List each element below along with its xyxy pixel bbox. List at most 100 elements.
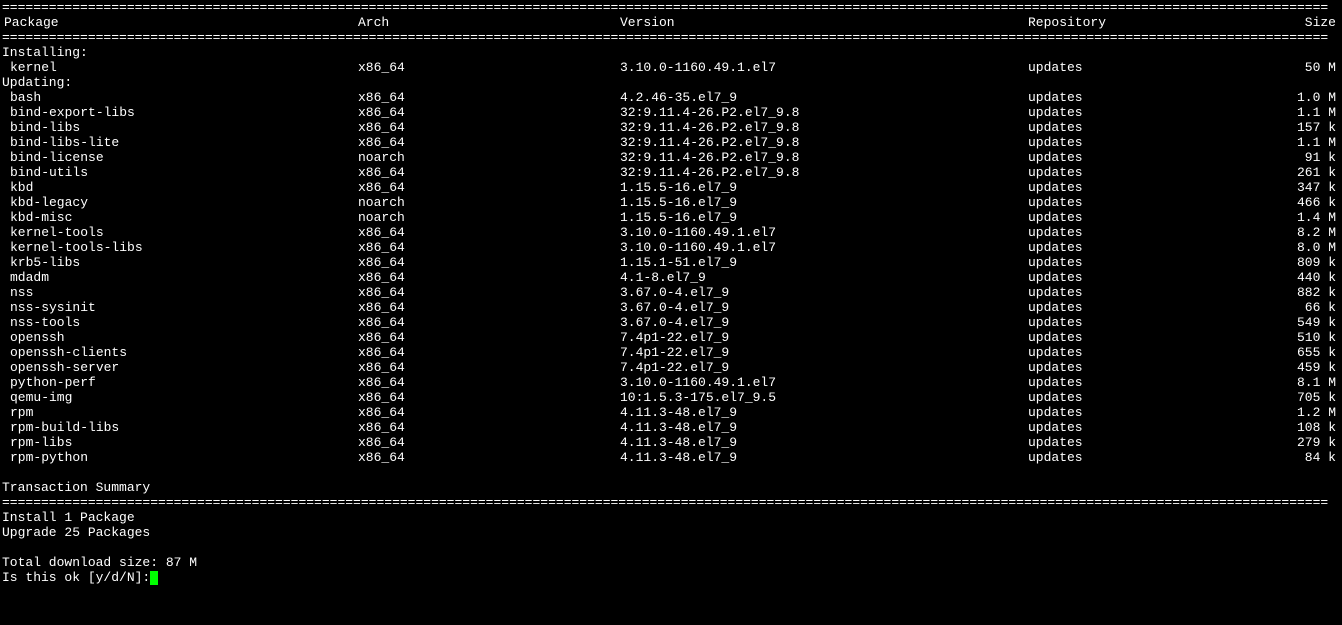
cell-arch: x86_64 (358, 450, 620, 465)
cell-arch: x86_64 (358, 300, 620, 315)
cell-size: 66 k (1266, 300, 1340, 315)
cell-arch: x86_64 (358, 255, 620, 270)
table-row: bind-libsx86_6432:9.11.4-26.P2.el7_9.8up… (2, 120, 1340, 135)
table-row: bind-licensenoarch32:9.11.4-26.P2.el7_9.… (2, 150, 1340, 165)
cell-size: 91 k (1266, 150, 1340, 165)
cell-version: 3.67.0-4.el7_9 (620, 300, 1028, 315)
cell-package: openssh (2, 330, 358, 345)
cell-version: 10:1.5.3-175.el7_9.5 (620, 390, 1028, 405)
cell-repo: updates (1028, 435, 1266, 450)
cell-package: bind-libs-lite (2, 135, 358, 150)
cell-arch: x86_64 (358, 390, 620, 405)
cell-version: 3.10.0-1160.49.1.el7 (620, 225, 1028, 240)
cell-package: kernel-tools (2, 225, 358, 240)
cell-package: mdadm (2, 270, 358, 285)
cell-version: 4.1-8.el7_9 (620, 270, 1028, 285)
cell-package: bash (2, 90, 358, 105)
cell-version: 3.10.0-1160.49.1.el7 (620, 375, 1028, 390)
cell-package: nss-tools (2, 315, 358, 330)
table-row: kbdx86_641.15.5-16.el7_9updates347 k (2, 180, 1340, 195)
cell-arch: x86_64 (358, 330, 620, 345)
cell-repo: updates (1028, 270, 1266, 285)
cell-package: bind-libs (2, 120, 358, 135)
cell-size: 882 k (1266, 285, 1340, 300)
cell-version: 3.67.0-4.el7_9 (620, 315, 1028, 330)
header-row: Package Arch Version Repository Size (2, 15, 1340, 30)
prompt-line[interactable]: Is this ok [y/d/N]: (2, 570, 1340, 585)
table-row: kernel-toolsx86_643.10.0-1160.49.1.el7up… (2, 225, 1340, 240)
cell-version: 7.4p1-22.el7_9 (620, 330, 1028, 345)
cell-version: 4.11.3-48.el7_9 (620, 435, 1028, 450)
cell-package: openssh-server (2, 360, 358, 375)
cell-size: 1.2 M (1266, 405, 1340, 420)
cell-size: 466 k (1266, 195, 1340, 210)
table-row: openssh-clientsx86_647.4p1-22.el7_9updat… (2, 345, 1340, 360)
cell-package: bind-license (2, 150, 358, 165)
cell-arch: x86_64 (358, 315, 620, 330)
cell-arch: x86_64 (358, 135, 620, 150)
cell-package: nss (2, 285, 358, 300)
cell-version: 1.15.5-16.el7_9 (620, 180, 1028, 195)
cell-size: 8.0 M (1266, 240, 1340, 255)
table-row: kernel-tools-libsx86_643.10.0-1160.49.1.… (2, 240, 1340, 255)
cell-repo: updates (1028, 285, 1266, 300)
cell-arch: noarch (358, 210, 620, 225)
cell-size: 1.1 M (1266, 135, 1340, 150)
cell-repo: updates (1028, 120, 1266, 135)
cell-size: 1.1 M (1266, 105, 1340, 120)
section-updating: Updating: (2, 75, 1340, 90)
table-row: bind-utilsx86_6432:9.11.4-26.P2.el7_9.8u… (2, 165, 1340, 180)
cell-version: 4.11.3-48.el7_9 (620, 450, 1028, 465)
cell-package: rpm-libs (2, 435, 358, 450)
cell-arch: x86_64 (358, 165, 620, 180)
cell-package: kernel-tools-libs (2, 240, 358, 255)
cursor-icon (150, 571, 158, 585)
rule-header-bottom: ========================================… (2, 30, 1340, 45)
cell-package: kbd-misc (2, 210, 358, 225)
table-row: rpm-libsx86_644.11.3-48.el7_9updates279 … (2, 435, 1340, 450)
cell-package: python-perf (2, 375, 358, 390)
cell-repo: updates (1028, 225, 1266, 240)
cell-repo: updates (1028, 90, 1266, 105)
cell-package: bind-export-libs (2, 105, 358, 120)
cell-size: 108 k (1266, 420, 1340, 435)
cell-size: 50 M (1266, 60, 1340, 75)
table-row: mdadmx86_644.1-8.el7_9updates440 k (2, 270, 1340, 285)
table-row: nss-toolsx86_643.67.0-4.el7_9updates549 … (2, 315, 1340, 330)
cell-repo: updates (1028, 375, 1266, 390)
cell-size: 1.0 M (1266, 90, 1340, 105)
cell-version: 4.2.46-35.el7_9 (620, 90, 1028, 105)
cell-repo: updates (1028, 195, 1266, 210)
table-row: qemu-imgx86_6410:1.5.3-175.el7_9.5update… (2, 390, 1340, 405)
cell-arch: x86_64 (358, 420, 620, 435)
cell-repo: updates (1028, 240, 1266, 255)
cell-package: krb5-libs (2, 255, 358, 270)
table-row: bind-libs-litex86_6432:9.11.4-26.P2.el7_… (2, 135, 1340, 150)
cell-repo: updates (1028, 165, 1266, 180)
cell-size: 510 k (1266, 330, 1340, 345)
cell-size: 347 k (1266, 180, 1340, 195)
header-repository: Repository (1028, 15, 1266, 30)
cell-package: rpm-python (2, 450, 358, 465)
cell-arch: x86_64 (358, 360, 620, 375)
cell-size: 705 k (1266, 390, 1340, 405)
cell-repo: updates (1028, 180, 1266, 195)
cell-repo: updates (1028, 360, 1266, 375)
table-row: opensshx86_647.4p1-22.el7_9updates510 k (2, 330, 1340, 345)
cell-size: 157 k (1266, 120, 1340, 135)
cell-package: bind-utils (2, 165, 358, 180)
cell-repo: updates (1028, 405, 1266, 420)
blank-line (2, 465, 1340, 480)
cell-arch: noarch (358, 195, 620, 210)
header-package: Package (2, 15, 358, 30)
header-size: Size (1266, 15, 1340, 30)
cell-repo: updates (1028, 420, 1266, 435)
cell-repo: updates (1028, 210, 1266, 225)
cell-size: 261 k (1266, 165, 1340, 180)
cell-size: 809 k (1266, 255, 1340, 270)
cell-version: 32:9.11.4-26.P2.el7_9.8 (620, 150, 1028, 165)
cell-version: 32:9.11.4-26.P2.el7_9.8 (620, 135, 1028, 150)
summary-upgrade: Upgrade 25 Packages (2, 525, 1340, 540)
cell-size: 279 k (1266, 435, 1340, 450)
cell-arch: x86_64 (358, 225, 620, 240)
